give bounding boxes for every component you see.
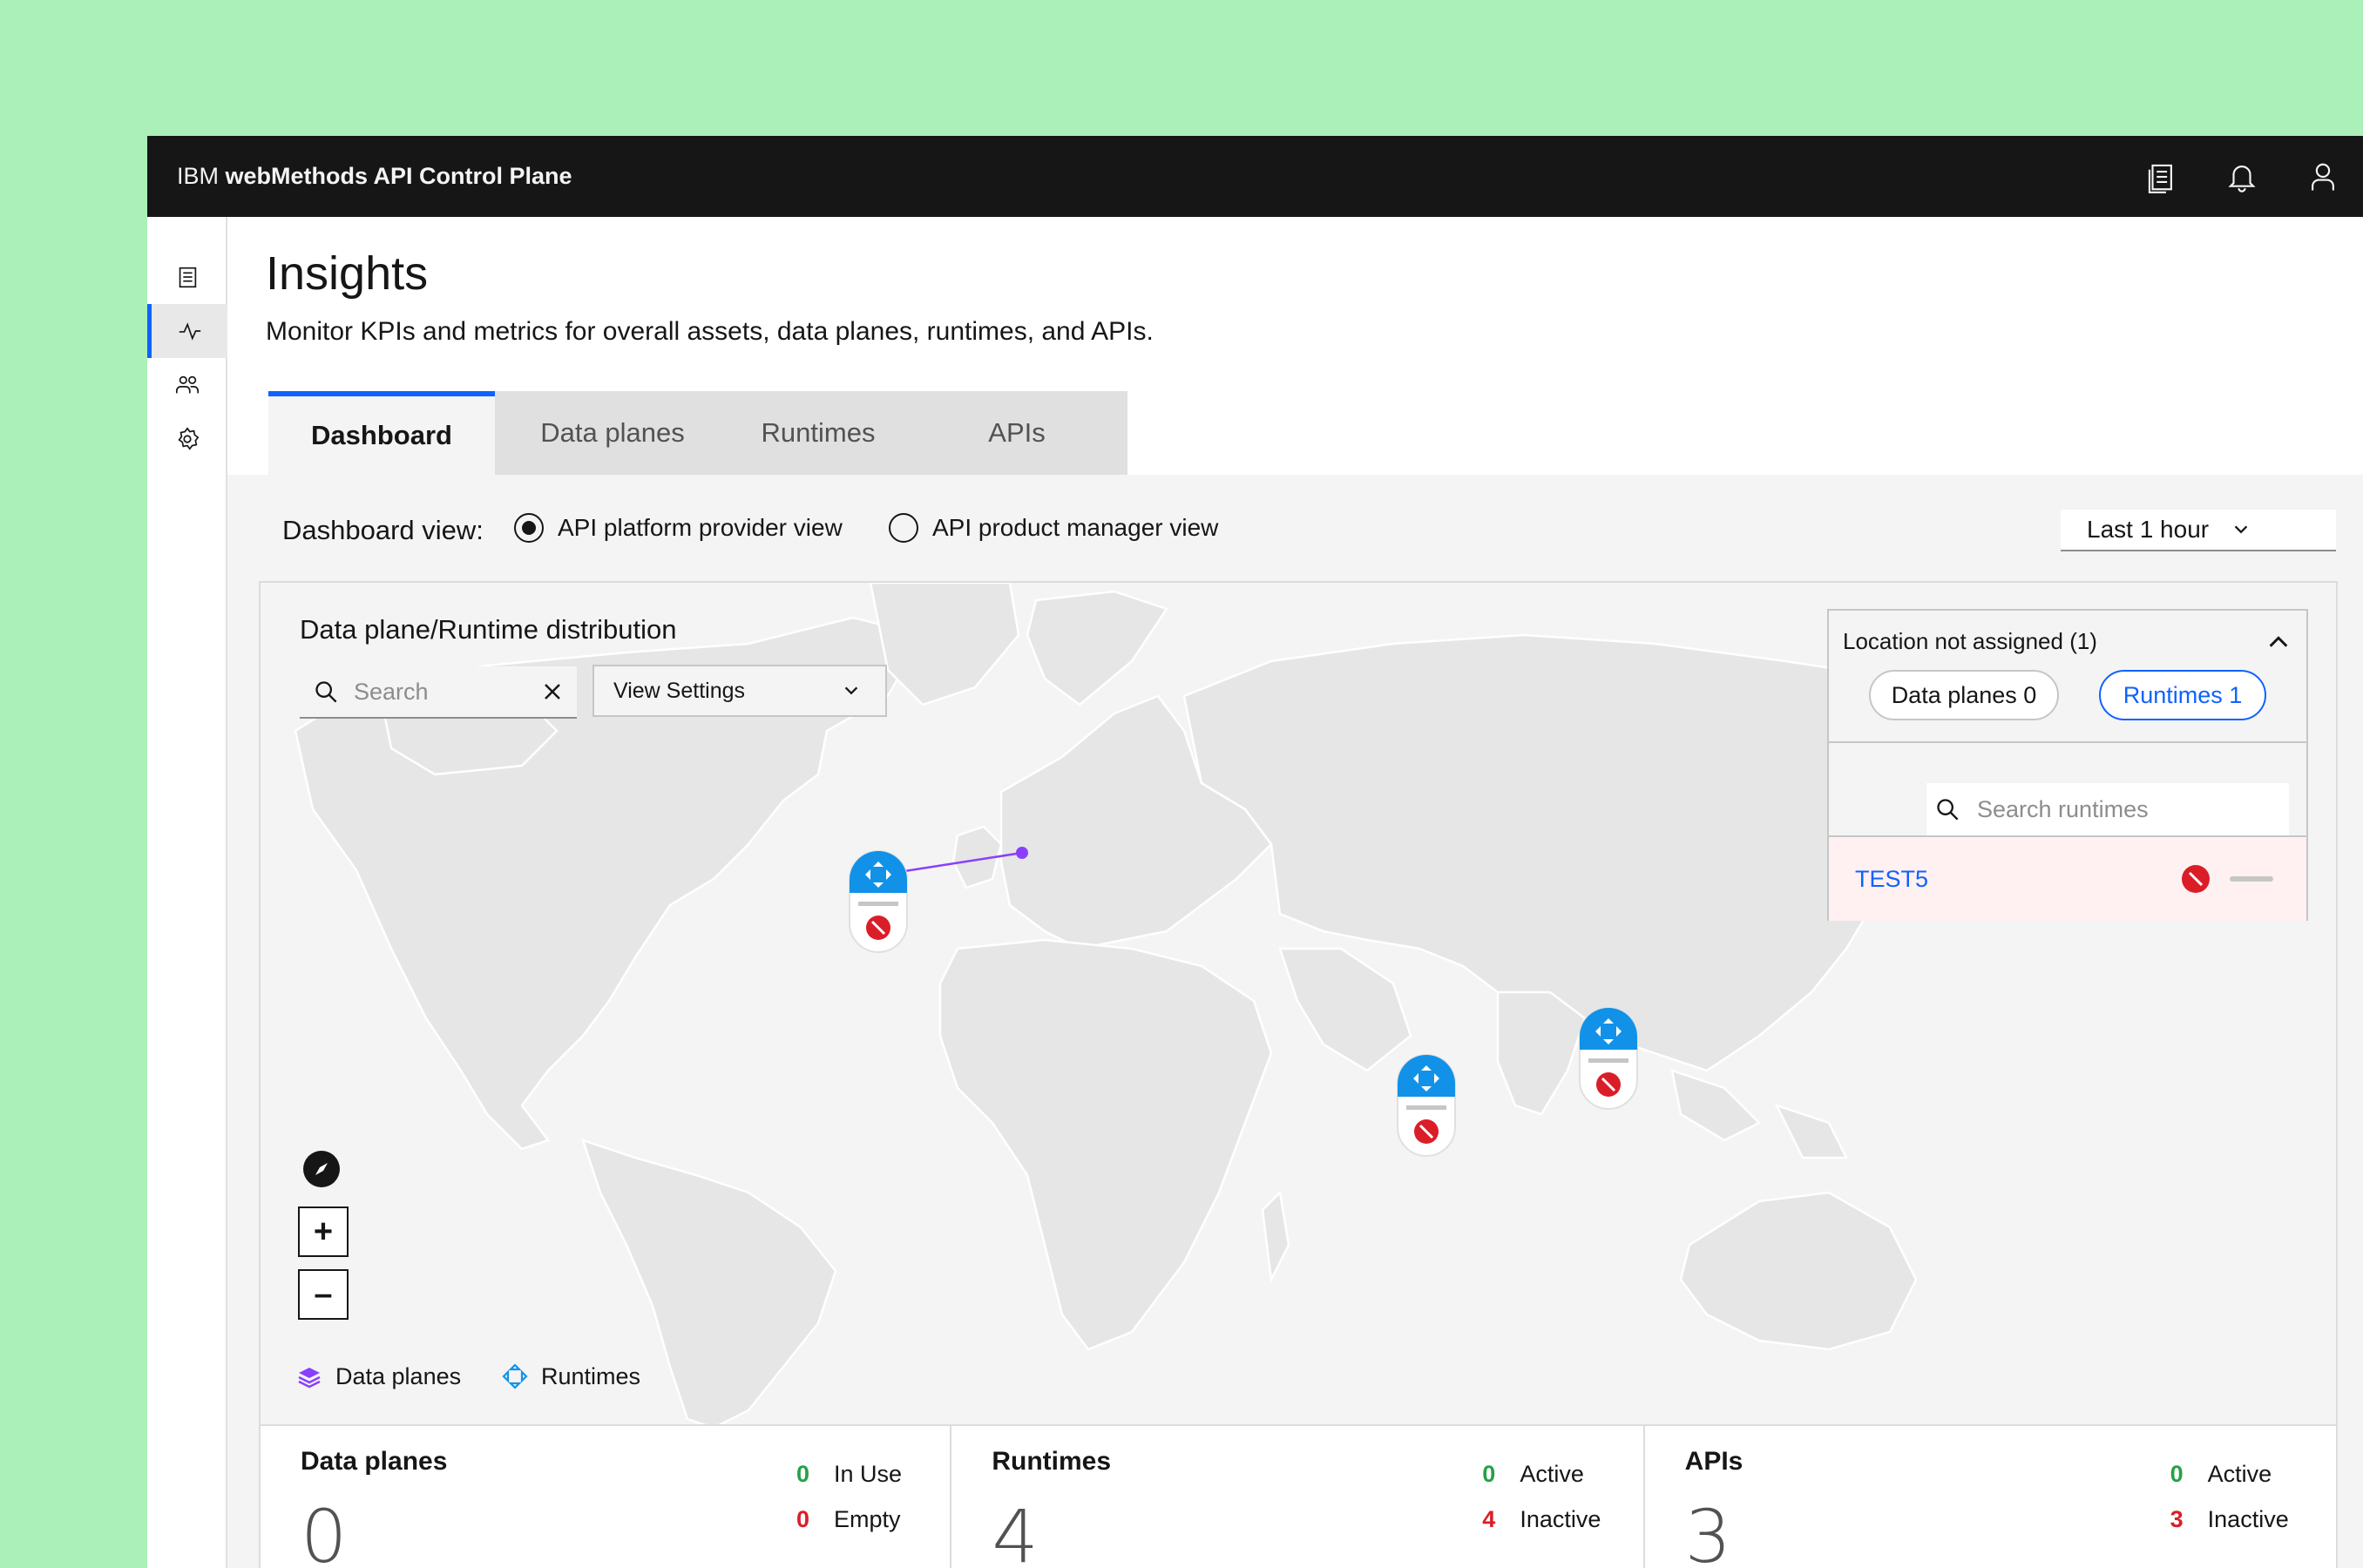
kpi-stat-count: 3 (2170, 1506, 2184, 1532)
radio-product-manager-view[interactable]: API product manager view (889, 513, 1218, 543)
page-header: Insights Monitor KPIs and metrics for ov… (227, 217, 2363, 475)
kpi-stat-count: 0 (2170, 1461, 2184, 1487)
kpi-total: 0 (301, 1494, 348, 1568)
kpi-card-apis[interactable]: APIs 3 0 Active 3 Inactive (1644, 1424, 2338, 1568)
tab-runtimes[interactable]: Runtimes (730, 391, 906, 475)
kpi-stat-count: 0 (796, 1461, 809, 1487)
chevron-up-icon[interactable] (2266, 630, 2291, 654)
time-range-dropdown[interactable]: Last 1 hour (2061, 510, 2336, 551)
kpi-stat-label: Inactive (1520, 1506, 1601, 1532)
settings-icon[interactable] (147, 412, 227, 466)
stopped-status-icon (2182, 865, 2210, 893)
map-search-input[interactable]: Search (300, 666, 577, 719)
map-title: Data plane/Runtime distribution (300, 614, 677, 645)
dashboard-view-label: Dashboard view: (282, 515, 484, 545)
zoom-out-button[interactable]: – (298, 1269, 349, 1320)
kpi-stat: 0 Active (1466, 1461, 1584, 1488)
radio-indicator[interactable] (514, 513, 544, 543)
radio-provider-view[interactable]: API platform provider view (514, 513, 843, 543)
runtime-pin[interactable] (1396, 1053, 1457, 1162)
kpi-stat-label: Active (1520, 1461, 1584, 1487)
user-icon[interactable] (2282, 136, 2363, 217)
kpi-total: 4 (992, 1494, 1039, 1568)
legend-runtimes: Runtimes (501, 1362, 640, 1390)
legend-label: Data planes (335, 1362, 462, 1389)
close-icon[interactable] (542, 681, 563, 702)
header-actions (2120, 136, 2363, 217)
app-window: IBM webMethods API Control Plane Insight… (147, 136, 2363, 1568)
activity-icon[interactable] (147, 304, 227, 358)
legend-label: Runtimes (541, 1362, 641, 1389)
runtime-name-link[interactable]: TEST5 (1855, 866, 2181, 893)
location-panel-title: Location not assigned (1) (1843, 628, 2097, 654)
kpi-stat: 0 In Use (780, 1461, 902, 1488)
radio-label: API platform provider view (558, 514, 843, 541)
users-icon[interactable] (147, 358, 227, 412)
kpi-stat-label: In Use (834, 1461, 903, 1487)
kpi-stat-label: Active (2207, 1461, 2272, 1487)
status-bar (2230, 876, 2273, 882)
kpi-total: 3 (1684, 1494, 1732, 1568)
notification-icon[interactable] (2201, 136, 2282, 217)
compass-icon[interactable] (303, 1151, 340, 1187)
search-runtimes-input[interactable]: Search runtimes (1926, 783, 2289, 837)
page-description: Monitor KPIs and metrics for overall ass… (266, 317, 1154, 346)
runtimes-filter-pill[interactable]: Runtimes 1 (2099, 670, 2266, 720)
kpi-stat-count: 0 (1482, 1461, 1496, 1487)
kpi-title: Data planes (301, 1447, 448, 1476)
kpi-card-data-planes[interactable]: Data planes 0 0 In Use 0 Empty (259, 1424, 952, 1568)
legend-data-planes: Data planes (295, 1362, 461, 1390)
tab-apis[interactable]: APIs (906, 391, 1127, 475)
view-settings-label: View Settings (613, 678, 746, 703)
kpi-title: Runtimes (992, 1447, 1112, 1476)
app-brand[interactable]: IBM webMethods API Control Plane (177, 163, 572, 190)
tab-list: Dashboard Data planes Runtimes APIs (268, 391, 1127, 475)
runtime-pin[interactable] (1578, 1006, 1639, 1115)
zoom-in-button[interactable]: + (298, 1206, 349, 1257)
kpi-cards: Data planes 0 0 In Use 0 Empty Runtimes … (259, 1424, 2338, 1568)
kpi-stat-label: Inactive (2207, 1506, 2289, 1532)
page-title: Insights (266, 247, 429, 300)
distribution-map-panel: Data plane/Runtime distribution Search V… (259, 581, 2338, 1426)
brand-name: webMethods API Control Plane (225, 163, 572, 189)
kpi-stat-count: 0 (796, 1506, 809, 1532)
time-range-value: Last 1 hour (2087, 516, 2210, 543)
kpi-stat: 3 Inactive (2154, 1506, 2289, 1533)
top-header: IBM webMethods API Control Plane (147, 136, 2363, 217)
list-item[interactable]: TEST5 (1829, 837, 2306, 921)
chevron-down-icon (2234, 525, 2248, 534)
kpi-stat-label: Empty (834, 1506, 901, 1532)
tab-data-planes[interactable]: Data planes (495, 391, 730, 475)
kpi-stat: 4 Inactive (1466, 1506, 1601, 1533)
search-icon (315, 681, 337, 703)
tab-dashboard[interactable]: Dashboard (268, 391, 495, 475)
kpi-stat: 0 Active (2154, 1461, 2272, 1488)
radio-label: API product manager view (932, 514, 1219, 541)
side-nav (147, 217, 227, 1568)
connection-endpoint (1016, 847, 1028, 859)
data-planes-filter-pill[interactable]: Data planes 0 (1869, 670, 2059, 720)
view-settings-dropdown[interactable]: View Settings (592, 665, 887, 717)
radio-indicator[interactable] (889, 513, 918, 543)
kpi-stat-count: 4 (1482, 1506, 1496, 1532)
divider (1829, 741, 2306, 743)
chevron-down-icon (844, 686, 858, 695)
main-content: Insights Monitor KPIs and metrics for ov… (227, 217, 2363, 1568)
kpi-stat: 0 Empty (780, 1506, 901, 1533)
search-placeholder: Search (354, 678, 429, 705)
runtime-pin[interactable] (848, 849, 909, 958)
runtimes-icon (502, 1363, 528, 1389)
kpi-card-runtimes[interactable]: Runtimes 4 0 Active 4 Inactive (951, 1424, 1645, 1568)
location-not-assigned-panel: Location not assigned (1) Data planes 0 … (1827, 609, 2308, 921)
documentation-icon[interactable] (2120, 136, 2201, 217)
kpi-title: APIs (1684, 1447, 1743, 1476)
data-planes-icon (298, 1368, 321, 1389)
search-runtimes-placeholder: Search runtimes (1977, 795, 2149, 822)
catalog-icon[interactable] (147, 250, 227, 304)
search-icon (1937, 799, 1959, 821)
brand-prefix: IBM (177, 163, 220, 189)
